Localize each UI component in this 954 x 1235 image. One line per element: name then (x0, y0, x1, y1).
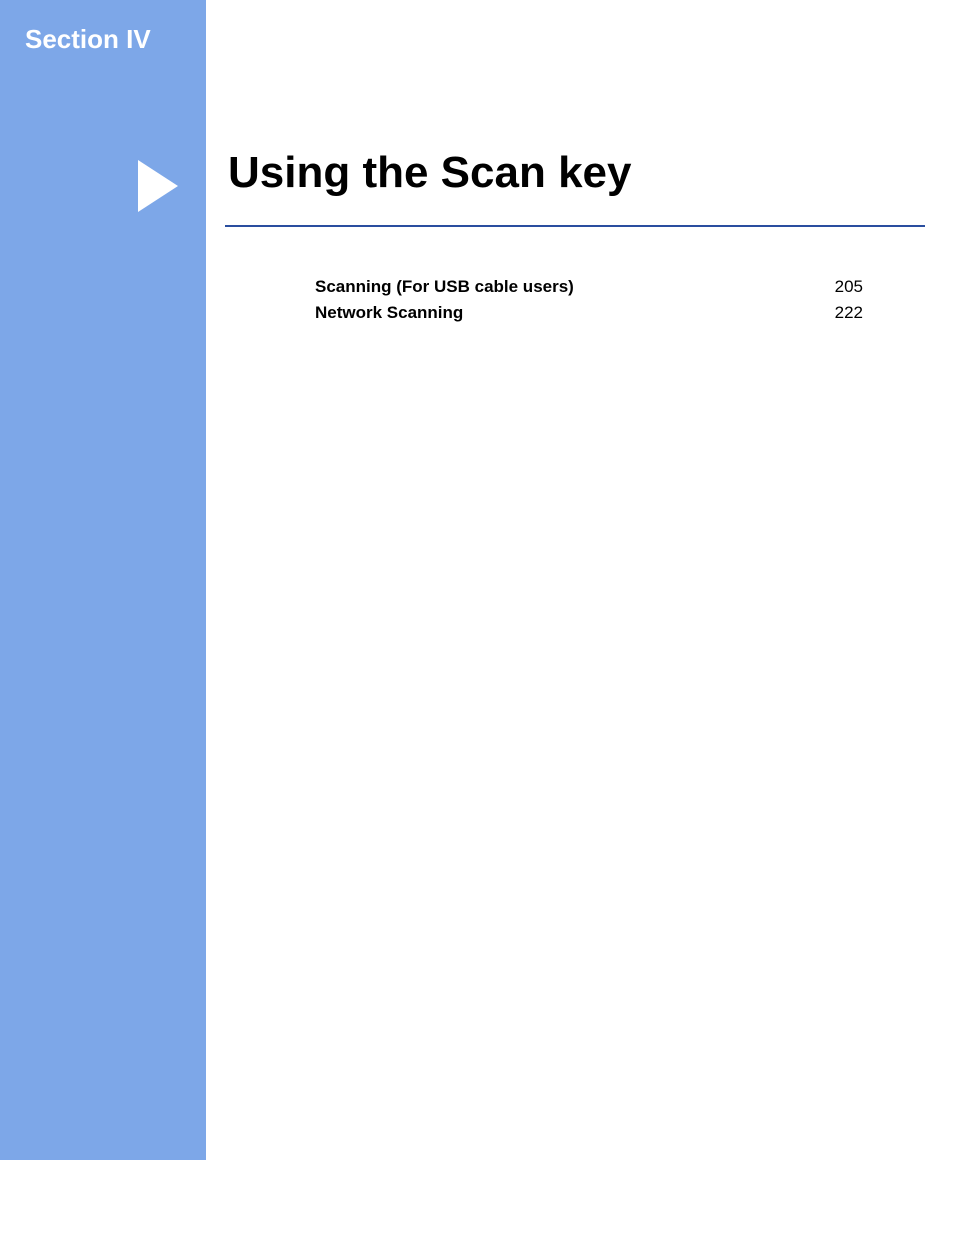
sidebar: Section IV (0, 0, 206, 1160)
title-underline (225, 225, 925, 227)
triangle-right-icon (138, 160, 178, 212)
section-label: Section IV (25, 24, 151, 55)
toc-row: Scanning (For USB cable users) 205 (315, 277, 863, 297)
toc-entry-page: 222 (835, 303, 863, 323)
page-title: Using the Scan key (228, 148, 631, 198)
toc-entry-title: Scanning (For USB cable users) (315, 277, 574, 297)
toc-entry-title: Network Scanning (315, 303, 463, 323)
toc-entry-page: 205 (835, 277, 863, 297)
toc-row: Network Scanning 222 (315, 303, 863, 323)
table-of-contents: Scanning (For USB cable users) 205 Netwo… (315, 277, 863, 329)
